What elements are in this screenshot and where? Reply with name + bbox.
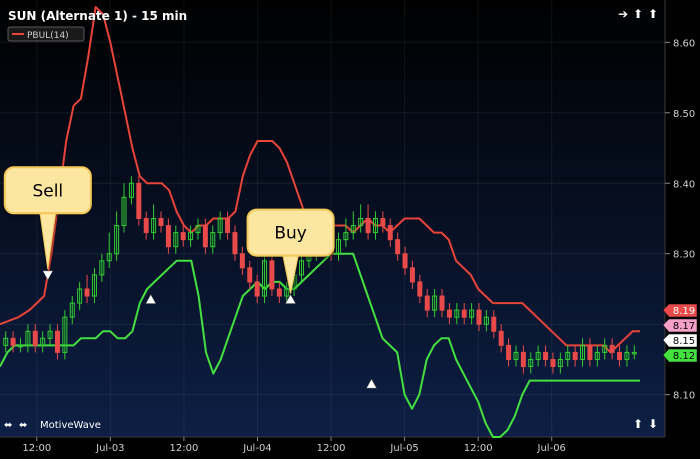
x-tick-label: Jul-05 — [389, 443, 418, 454]
x-tick-label: Jul-06 — [537, 443, 566, 454]
arrow-right-icon[interactable]: ➔ — [618, 7, 628, 21]
callout-text: Buy — [274, 224, 307, 244]
candle-body — [202, 225, 208, 248]
candle-body — [417, 281, 423, 297]
x-tick-label: 12:00 — [317, 443, 346, 454]
candle-body — [380, 218, 386, 227]
legend-label: PBUL(14) — [27, 31, 69, 41]
candle-body — [232, 232, 238, 255]
price-tag: 8.19 — [662, 303, 698, 318]
price-tag-label: 8.15 — [673, 336, 695, 347]
candle-body — [84, 288, 90, 297]
double-arrow-icon[interactable]: ⬌ — [4, 420, 12, 431]
arrow-down-icon[interactable]: ⬇ — [648, 417, 658, 431]
y-tick-label: 8.50 — [673, 109, 695, 120]
y-tick-label: 8.60 — [673, 38, 695, 49]
double-arrow-icon[interactable]: ⬌ — [19, 420, 27, 431]
price-tag: 8.12 — [662, 348, 698, 363]
candle-body — [461, 309, 467, 318]
candle-body — [269, 260, 275, 290]
candle-body — [424, 295, 430, 311]
candle-body — [395, 239, 401, 255]
candle-body — [617, 351, 623, 360]
arrow-up-icon[interactable]: ⬆ — [633, 417, 643, 431]
candle-body — [543, 351, 549, 360]
price-tag-label: 8.12 — [673, 351, 695, 362]
y-tick-label: 8.10 — [673, 391, 695, 402]
candle-body — [32, 330, 38, 346]
x-tick-label: 12:00 — [169, 443, 198, 454]
candle-body — [572, 351, 578, 360]
price-chart: SellBuy 8.608.508.408.308.208.1012:00Jul… — [0, 0, 700, 455]
x-tick-label: 12:00 — [22, 443, 51, 454]
candle-body — [587, 344, 593, 360]
candle-body — [520, 351, 526, 368]
candle-body — [409, 267, 415, 283]
callout-text: Sell — [32, 181, 63, 201]
price-tag: 8.17 — [662, 318, 698, 333]
candle-body — [365, 218, 371, 234]
candle-body — [491, 316, 497, 332]
candle-body — [165, 225, 171, 248]
candle-body — [10, 337, 16, 346]
brand-label: MotiveWave — [40, 420, 101, 431]
candle-body — [180, 232, 186, 241]
price-tag-label: 8.19 — [673, 306, 695, 317]
candle-body — [239, 253, 245, 269]
candle-body — [387, 225, 393, 241]
candle-body — [158, 218, 164, 227]
candle-body — [506, 344, 512, 360]
bottom-left-controls: ⬌ ⬌ MotiveWave — [4, 420, 101, 431]
price-tag: 8.15 — [662, 333, 698, 348]
candle-body — [550, 358, 556, 368]
candle-body — [143, 218, 149, 234]
candle-body — [446, 309, 452, 318]
candle-body — [439, 295, 445, 311]
legend-item[interactable]: PBUL(14) — [7, 26, 85, 42]
candle-body — [498, 330, 504, 346]
candle-body — [247, 267, 253, 283]
candle-body — [54, 330, 60, 353]
candle-body — [136, 182, 142, 220]
x-tick-label: Jul-04 — [242, 443, 271, 454]
candle — [136, 176, 142, 226]
x-tick-label: 12:00 — [464, 443, 493, 454]
arrow-up-icon[interactable]: ⬆ — [633, 7, 643, 21]
x-tick-label: Jul-03 — [95, 443, 124, 454]
candle-body — [254, 281, 260, 297]
chart-title: SUN (Alternate 1) - 15 min — [8, 9, 187, 23]
candle-body — [402, 253, 408, 269]
price-axis-background — [665, 0, 700, 437]
y-tick-label: 8.30 — [673, 250, 695, 261]
candle-body — [225, 218, 231, 234]
price-tag-label: 8.17 — [673, 321, 695, 332]
chart-window: SellBuy 8.608.508.408.308.208.1012:00Jul… — [0, 0, 700, 455]
arrow-up-icon[interactable]: ⬆ — [648, 7, 658, 21]
y-tick-label: 8.40 — [673, 179, 695, 190]
candle-body — [476, 309, 482, 325]
candle-body — [609, 344, 615, 353]
top-right-controls: ➔ ⬆ ⬆ — [618, 7, 658, 21]
candle-body — [276, 288, 282, 297]
